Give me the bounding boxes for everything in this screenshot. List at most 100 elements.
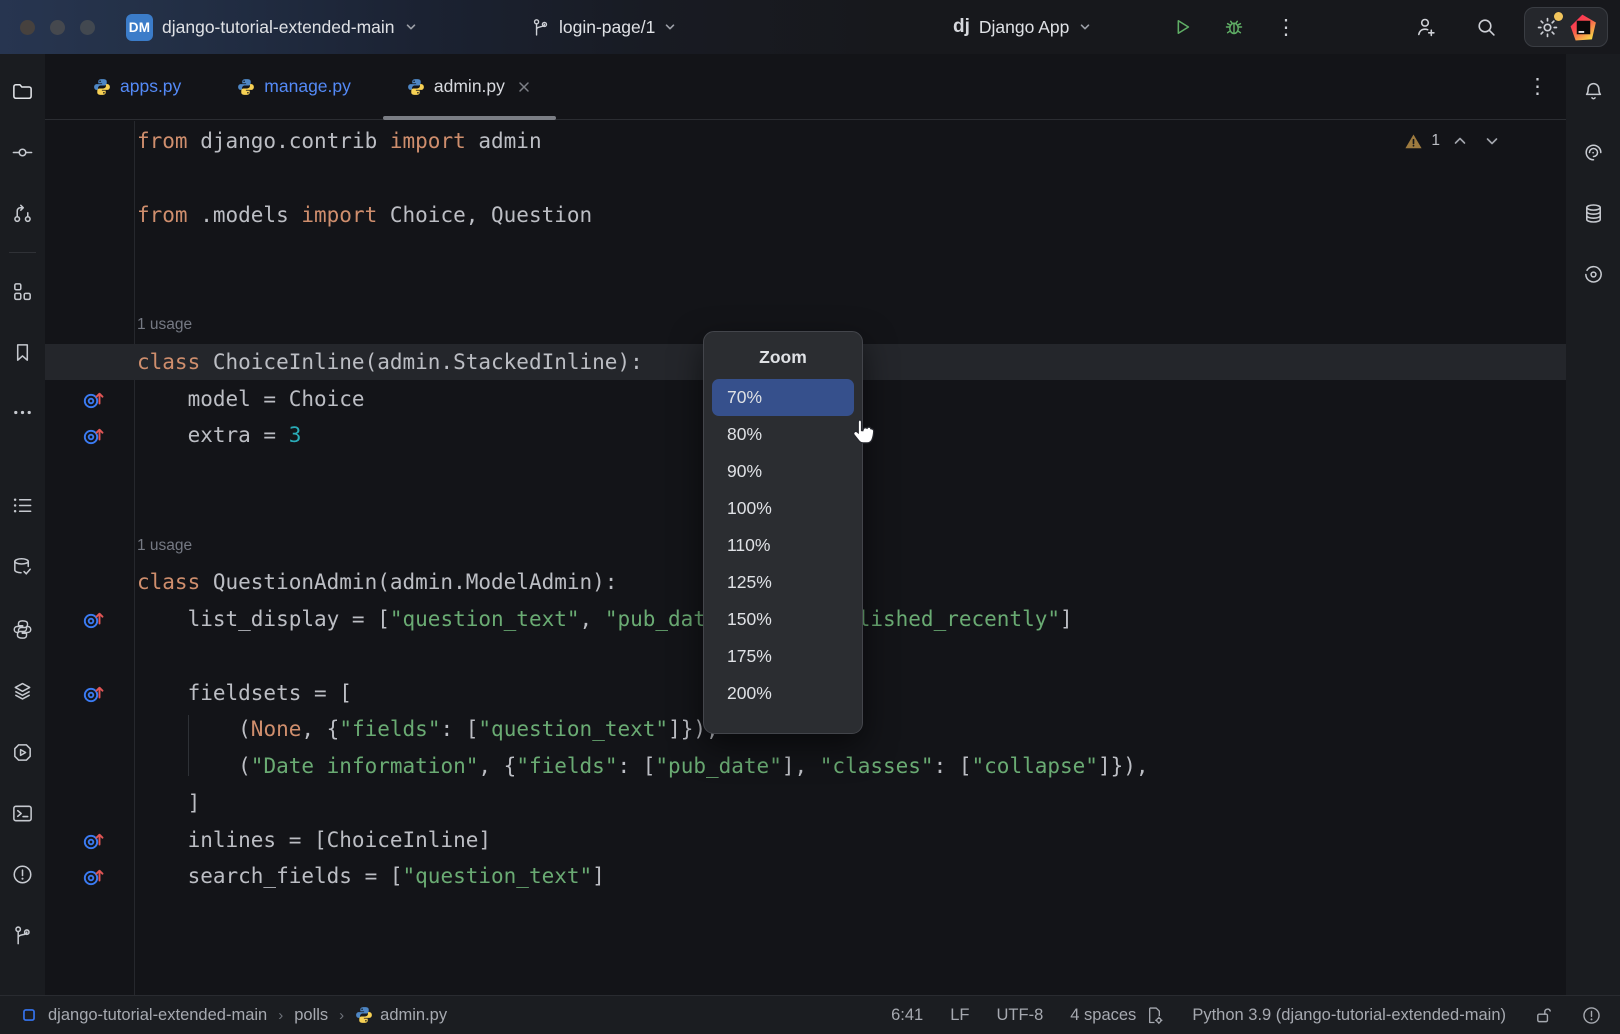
code-line[interactable]: from django.contrib import admin <box>45 123 1566 160</box>
breadcrumb: django-tutorial-extended-main › polls › … <box>48 1006 447 1025</box>
run-configuration-selector[interactable]: dj Django App <box>953 0 1092 54</box>
overridden-attribute-gutter-icon[interactable] <box>81 607 106 632</box>
previous-problem-chevron-up-icon[interactable] <box>1448 129 1472 153</box>
code-line[interactable]: search_fields = ["question_text"] <box>45 858 1566 895</box>
left-tool-window-stripe <box>0 54 45 995</box>
usage-inlay-hint[interactable]: 1 usage <box>137 537 192 555</box>
pycharm-logo-icon[interactable] <box>1570 14 1597 41</box>
usage-inlay-hint[interactable]: 1 usage <box>137 316 192 334</box>
minimize-window-button[interactable] <box>50 20 65 35</box>
next-problem-chevron-down-icon[interactable] <box>1480 129 1504 153</box>
file-settings-icon <box>1144 1005 1165 1026</box>
code-text: fieldsets = [ <box>137 681 352 705</box>
zoom-option-175[interactable]: 175% <box>712 638 854 675</box>
breadcrumb-file[interactable]: admin.py <box>355 1006 447 1025</box>
inspections-widget[interactable]: 1 <box>1404 129 1504 153</box>
code-line[interactable] <box>45 270 1566 307</box>
tab-admin-py[interactable]: admin.py <box>379 54 560 119</box>
todo-tool-window-icon[interactable] <box>7 490 37 520</box>
zoom-window-button[interactable] <box>80 20 95 35</box>
tab-options-kebab-icon[interactable]: ⋮ <box>1527 74 1548 99</box>
services-run-dashboard-icon[interactable] <box>7 737 37 767</box>
close-window-button[interactable] <box>20 20 35 35</box>
settings-notification-group[interactable] <box>1524 7 1608 47</box>
code-line[interactable]: from .models import Choice, Question <box>45 197 1566 234</box>
more-actions-kebab-icon[interactable]: ⋮ <box>1272 13 1300 41</box>
vcs-branch-selector[interactable]: login-page/1 <box>530 0 677 54</box>
django-logo-icon: dj <box>953 16 970 38</box>
unlocked-padlock-icon[interactable] <box>1533 1005 1554 1026</box>
notification-dot <box>1554 12 1563 21</box>
code-line[interactable]: ] <box>45 785 1566 822</box>
warning-count: 1 <box>1431 132 1440 150</box>
bookmarks-tool-window-icon[interactable] <box>7 337 37 367</box>
services-layers-tool-window-icon[interactable] <box>7 675 37 705</box>
python-file-icon <box>355 1006 373 1024</box>
debug-button[interactable] <box>1220 13 1248 41</box>
overridden-attribute-gutter-icon[interactable] <box>81 864 106 889</box>
settings-gear-icon[interactable] <box>1535 15 1560 40</box>
stop-square-icon[interactable] <box>18 1004 40 1026</box>
overridden-attribute-gutter-icon[interactable] <box>81 827 106 852</box>
python-file-icon <box>93 78 111 96</box>
stripe-divider <box>9 252 36 253</box>
code-text: class QuestionAdmin(admin.ModelAdmin): <box>137 570 617 594</box>
tab-apps-py[interactable]: apps.py <box>65 54 209 119</box>
more-tool-windows-icon[interactable] <box>7 397 37 427</box>
interpreter-widget[interactable]: Python 3.9 (django-tutorial-extended-mai… <box>1192 1006 1506 1025</box>
code-with-me-add-user-icon[interactable] <box>1412 13 1440 41</box>
code-line[interactable] <box>45 160 1566 197</box>
zoom-popup-menu: Zoom 70% 80% 90% 100% 110% 125% 150% 175… <box>703 331 863 734</box>
zoom-option-90[interactable]: 90% <box>712 453 854 490</box>
problems-tool-window-icon[interactable] <box>7 859 37 889</box>
zoom-option-70[interactable]: 70% <box>712 379 854 416</box>
tab-manage-py[interactable]: manage.py <box>209 54 379 119</box>
code-line[interactable]: inlines = [ChoiceInline] <box>45 821 1566 858</box>
pull-requests-tool-window-icon[interactable] <box>7 198 37 228</box>
commit-tool-window-icon[interactable] <box>7 137 37 167</box>
ai-assistant-tool-window-icon[interactable] <box>1578 137 1608 167</box>
code-text: model = Choice <box>137 387 365 411</box>
database-tool-window-icon[interactable] <box>1578 198 1608 228</box>
encoding-widget[interactable]: UTF-8 <box>997 1006 1044 1025</box>
code-line[interactable] <box>45 233 1566 270</box>
event-log-alert-icon[interactable] <box>1581 1005 1602 1026</box>
zoom-option-125[interactable]: 125% <box>712 564 854 601</box>
breadcrumb-folder[interactable]: polls <box>294 1006 328 1025</box>
zoom-option-80[interactable]: 80% <box>712 416 854 453</box>
search-everywhere-icon[interactable] <box>1472 13 1500 41</box>
run-button[interactable] <box>1168 13 1196 41</box>
run-configuration-name: Django App <box>979 17 1070 38</box>
code-line[interactable]: ("Date information", {"fields": ["pub_da… <box>45 748 1566 785</box>
overridden-attribute-gutter-icon[interactable] <box>81 423 106 448</box>
line-ending-widget[interactable]: LF <box>950 1006 969 1025</box>
tab-label: apps.py <box>120 76 181 97</box>
indent-guide <box>188 715 189 776</box>
zoom-option-110[interactable]: 110% <box>712 527 854 564</box>
project-tool-window-icon[interactable] <box>7 76 37 106</box>
zoom-option-150[interactable]: 150% <box>712 601 854 638</box>
indent-widget[interactable]: 4 spaces <box>1070 1005 1165 1026</box>
project-selector[interactable]: DM django-tutorial-extended-main <box>126 0 418 54</box>
zoom-option-200[interactable]: 200% <box>712 675 854 712</box>
terminal-tool-window-icon[interactable] <box>7 798 37 828</box>
active-tab-underline <box>383 116 556 120</box>
git-branch-icon <box>530 17 551 38</box>
overridden-attribute-gutter-icon[interactable] <box>81 680 106 705</box>
database-changes-tool-window-icon[interactable] <box>7 552 37 582</box>
project-name: django-tutorial-extended-main <box>162 17 395 38</box>
notifications-bell-icon[interactable] <box>1578 76 1608 106</box>
endpoints-tool-window-icon[interactable] <box>1578 259 1608 289</box>
structure-tool-window-icon[interactable] <box>7 276 37 306</box>
warning-triangle-icon <box>1404 132 1423 151</box>
caret-position-widget[interactable]: 6:41 <box>891 1006 923 1025</box>
tab-label: manage.py <box>264 76 351 97</box>
python-packages-tool-window-icon[interactable] <box>7 614 37 644</box>
breadcrumb-project[interactable]: django-tutorial-extended-main <box>48 1006 267 1025</box>
right-tool-window-stripe <box>1566 54 1620 995</box>
git-tool-window-icon[interactable] <box>7 920 37 950</box>
close-tab-icon[interactable] <box>516 79 532 95</box>
breadcrumb-separator: › <box>278 1007 283 1024</box>
zoom-option-100[interactable]: 100% <box>712 490 854 527</box>
overridden-attribute-gutter-icon[interactable] <box>81 386 106 411</box>
